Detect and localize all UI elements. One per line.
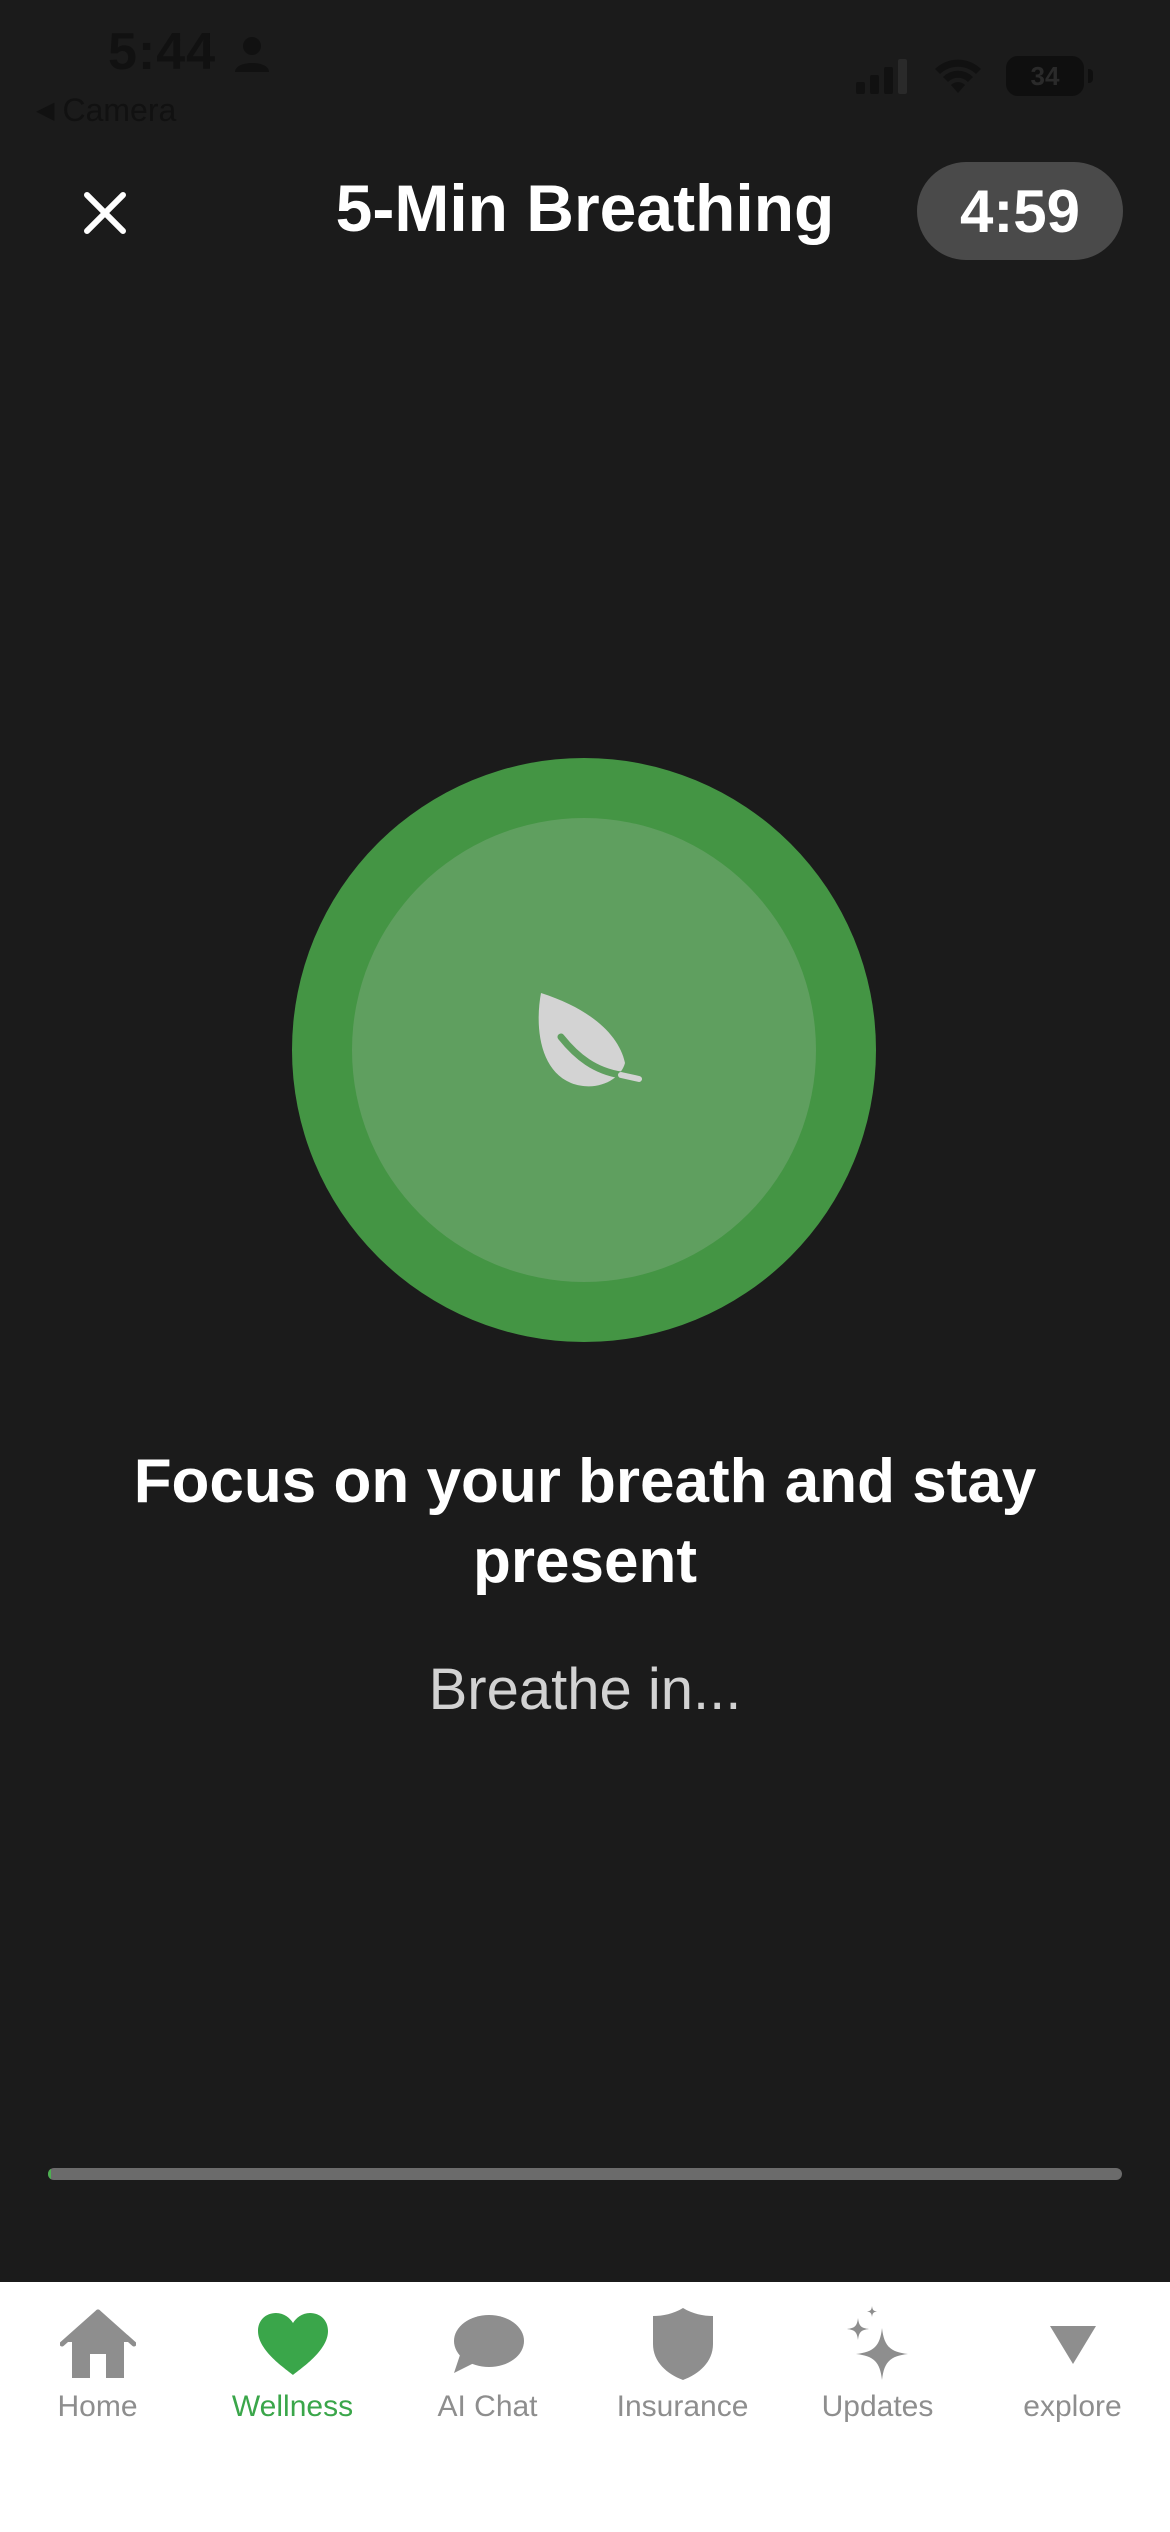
status-indicators: 34 (854, 56, 1093, 96)
person-icon (235, 37, 269, 72)
tab-ai-chat-label: AI Chat (437, 2390, 538, 2423)
tab-updates-label: Updates (821, 2390, 934, 2423)
tab-wellness-label: Wellness (231, 2390, 354, 2423)
home-icon (58, 2304, 138, 2384)
tab-wellness[interactable]: Wellness (195, 2282, 390, 2442)
back-to-app-link[interactable]: ◀ Camera (36, 92, 176, 129)
sparkles-icon (838, 2304, 918, 2384)
session-progress-bar (48, 2168, 1122, 2180)
tab-insurance[interactable]: Insurance (585, 2282, 780, 2442)
breathing-screen: 5:44 ◀ Camera 34 5-Min Breathing 4:59 Fo… (0, 0, 1170, 2532)
tab-insurance-label: Insurance (616, 2390, 749, 2423)
shield-icon (643, 2304, 723, 2384)
tab-explore[interactable]: explore (975, 2282, 1170, 2442)
breathing-circle-outer (292, 758, 876, 1342)
battery-indicator: 34 (1006, 56, 1093, 96)
tab-updates[interactable]: Updates (780, 2282, 975, 2442)
tab-home[interactable]: Home (0, 2282, 195, 2442)
tab-home-label: Home (57, 2390, 138, 2423)
focus-message: Focus on your breath and stay present (133, 1447, 1037, 1596)
back-triangle-icon: ◀ (36, 97, 55, 124)
breathing-instruction: Breathe in... (428, 1657, 742, 1722)
tab-ai-chat[interactable]: AI Chat (390, 2282, 585, 2442)
session-progress-fill (48, 2168, 52, 2180)
close-icon (84, 192, 126, 234)
heart-icon (253, 2304, 333, 2384)
cellular-signal-icon (856, 59, 907, 94)
breathing-circle-inner (352, 818, 816, 1282)
wifi-icon (935, 59, 981, 93)
bottom-tab-bar: Home Wellness AI Chat Insurance Updates … (0, 2282, 1170, 2532)
status-time: 5:44 (108, 23, 217, 81)
triangle-down-icon (1033, 2304, 1113, 2384)
close-button[interactable] (72, 180, 138, 246)
tab-explore-label: explore (1023, 2390, 1122, 2423)
countdown-timer: 4:59 (917, 162, 1123, 260)
chat-bubble-icon (448, 2304, 528, 2384)
back-app-label: Camera (62, 92, 177, 128)
leaf-icon (538, 993, 642, 1087)
